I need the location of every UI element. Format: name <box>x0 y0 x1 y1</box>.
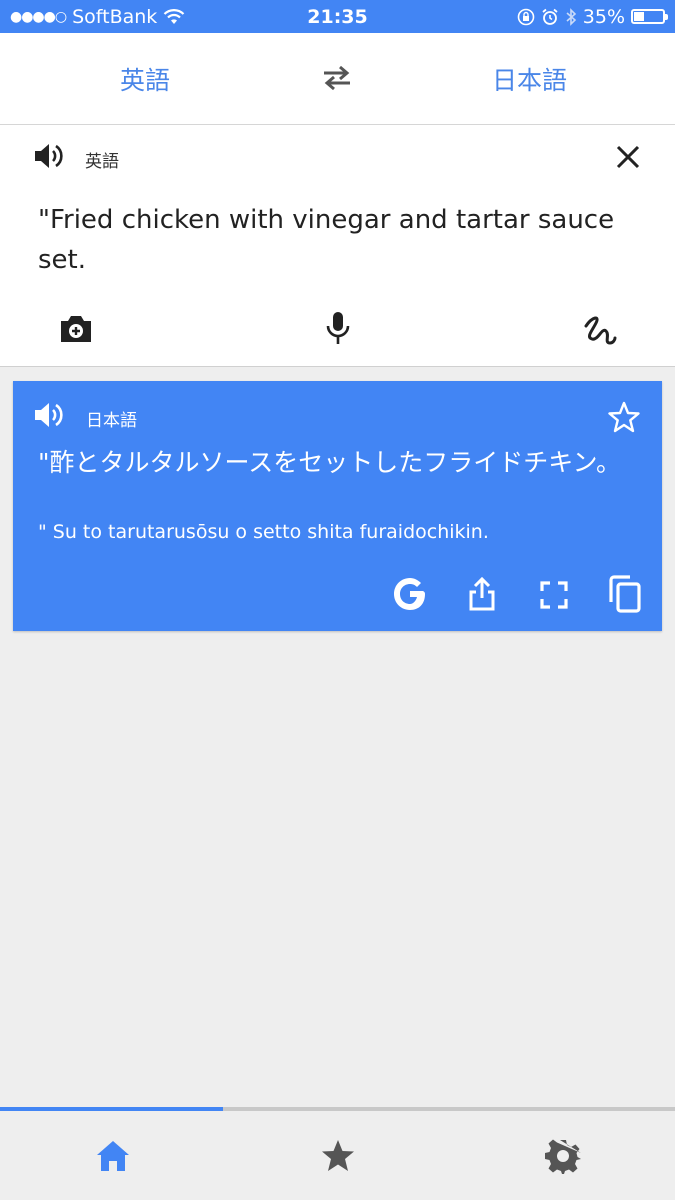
swap-arrows-icon[interactable] <box>320 63 354 93</box>
alarm-icon <box>542 8 558 25</box>
speaker-icon[interactable] <box>33 401 65 429</box>
star-icon[interactable] <box>320 1138 356 1174</box>
share-icon[interactable] <box>468 577 496 611</box>
mic-icon[interactable] <box>325 311 351 345</box>
result-language-label: 日本語 <box>86 411 137 431</box>
bluetooth-icon <box>566 7 576 26</box>
home-icon[interactable] <box>95 1138 131 1174</box>
target-language-button[interactable]: 日本語 <box>492 61 567 97</box>
input-language-label: 英語 <box>85 152 119 172</box>
input-card: 英語 "Fried chicken with vinegar and tarta… <box>0 125 675 367</box>
orientation-lock-icon <box>517 8 535 25</box>
input-text[interactable]: "Fried chicken with vinegar and tartar s… <box>38 200 638 280</box>
star-outline-icon[interactable] <box>608 401 640 433</box>
handwriting-icon[interactable] <box>582 313 618 347</box>
copy-icon[interactable] <box>608 575 642 613</box>
bottom-navigation <box>0 1111 675 1200</box>
google-icon[interactable] <box>391 575 429 613</box>
fullscreen-icon[interactable] <box>540 581 568 609</box>
speaker-icon[interactable] <box>33 142 65 170</box>
translation-result-card: 日本語 "酢とタルタルソースをセットしたフライドチキン。 " Su to tar… <box>13 381 662 631</box>
source-language-button[interactable]: 英語 <box>120 61 170 97</box>
translated-text: "酢とタルタルソースをセットしたフライドチキン。 <box>38 448 622 477</box>
carrier-name: SoftBank <box>72 5 158 28</box>
romanization-text: " Su to tarutarusōsu o setto shita furai… <box>38 521 489 543</box>
camera-icon[interactable] <box>58 313 94 345</box>
status-bar: ●●●●○ SoftBank 21:35 35% <box>0 0 675 33</box>
language-bar: 英語 日本語 <box>0 33 675 125</box>
settings-icon[interactable] <box>545 1138 581 1174</box>
signal-strength-icon: ●●●●○ <box>10 8 67 25</box>
battery-icon <box>631 9 668 24</box>
close-icon[interactable] <box>615 144 641 170</box>
battery-percent: 35% <box>582 5 625 28</box>
battery-level-fill <box>634 12 644 21</box>
wifi-icon <box>164 8 185 24</box>
